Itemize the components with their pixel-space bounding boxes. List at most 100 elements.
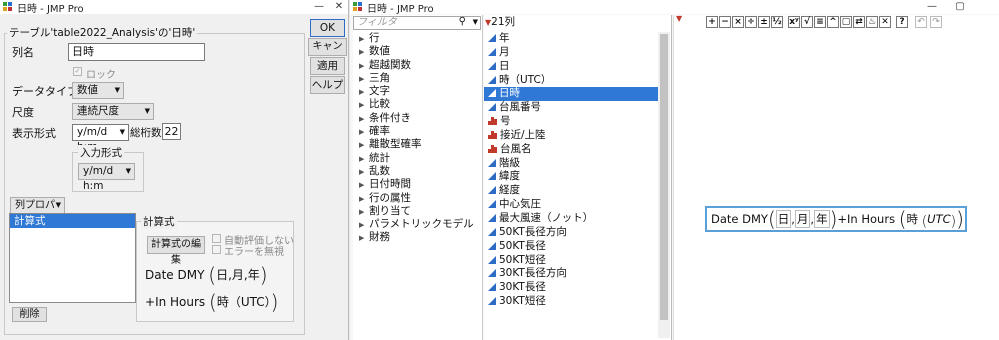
function-category-item[interactable]: ▶ 確率 — [355, 125, 481, 138]
column-list-item[interactable]: 30KT長径 — [484, 281, 658, 295]
function-category-item[interactable]: ▶ 統計 — [355, 152, 481, 165]
equal-icon[interactable]: ≡ — [814, 16, 826, 28]
multiply-icon[interactable]: × — [732, 16, 744, 28]
redo-icon[interactable]: ↷ — [930, 16, 942, 28]
column-name-field[interactable]: 日時 — [68, 43, 205, 61]
column-list-item[interactable]: 号 — [484, 115, 658, 129]
square-icon[interactable]: ▢ — [840, 16, 852, 28]
properties-list-item[interactable]: 計算式 — [10, 214, 135, 228]
fraction-icon[interactable]: ½ — [771, 16, 783, 28]
help-button[interactable]: ヘルプ — [310, 76, 345, 94]
column-list-item[interactable]: 経度 — [484, 184, 658, 198]
function-category-item[interactable]: ▶ 文字 — [355, 85, 481, 98]
column-list-item[interactable]: 最大風速（ノット） — [484, 212, 658, 226]
column-list-item[interactable]: 30KT長径方向 — [484, 267, 658, 281]
expand-arrow-icon[interactable]: ▶ — [359, 153, 369, 166]
column-list-item[interactable]: 月 — [484, 46, 658, 60]
width-field[interactable]: 22 — [162, 123, 181, 140]
expand-arrow-icon[interactable]: ▶ — [359, 206, 369, 219]
close-icon[interactable]: ✕ — [332, 0, 346, 14]
auto-eval-checkbox[interactable] — [212, 234, 221, 243]
undo-icon[interactable]: ↶ — [915, 16, 927, 28]
properties-list[interactable]: 計算式 — [9, 213, 136, 303]
function-category-item[interactable]: ▶ 財務 — [355, 231, 481, 244]
function-category-item[interactable]: ▶ 比較 — [355, 98, 481, 111]
column-list-item[interactable]: 30KT短径 — [484, 295, 658, 309]
function-category-item[interactable]: ▶ 超越関数 — [355, 59, 481, 72]
expand-arrow-icon[interactable]: ▶ — [359, 46, 369, 59]
data-type-select[interactable]: 数値 ▼ — [72, 82, 124, 99]
fire-icon[interactable]: ♨ — [866, 16, 878, 28]
expand-arrow-icon[interactable]: ▶ — [359, 139, 369, 152]
power-icon[interactable]: xʸ — [788, 16, 800, 28]
expand-arrow-icon[interactable]: ▶ — [359, 73, 369, 86]
delete-button[interactable]: 削除 — [12, 307, 47, 322]
divide-icon[interactable]: ÷ — [745, 16, 757, 28]
editor-arg[interactable]: 日 — [775, 210, 792, 228]
lock-checkbox[interactable]: ✓ — [73, 67, 82, 76]
expand-arrow-icon[interactable]: ▶ — [359, 193, 369, 206]
expand-arrow-icon[interactable]: ▶ — [359, 60, 369, 73]
ok-button[interactable]: OK — [310, 19, 345, 37]
editor-arg-2-utc[interactable]: UTC — [927, 212, 950, 226]
expand-arrow-icon[interactable]: ▶ — [359, 179, 369, 192]
expand-arrow-icon[interactable]: ▶ — [359, 219, 369, 232]
column-list-item[interactable]: 日時 — [484, 87, 658, 102]
scrollbar-thumb[interactable] — [660, 34, 668, 320]
function-category-item[interactable]: ▶ 行の属性 — [355, 192, 481, 205]
expand-arrow-icon[interactable]: ▶ — [359, 86, 369, 99]
caret-icon[interactable]: ^ — [827, 16, 839, 28]
editor-arg-2[interactable]: 時 — [907, 212, 919, 226]
cancel-button[interactable]: キャンセル — [308, 38, 347, 68]
format-select[interactable]: y/m/d h:m▼ — [72, 124, 129, 153]
minimize-icon[interactable]: — — [925, 0, 939, 14]
maximize-icon[interactable]: ▢ — [953, 0, 967, 14]
edit-formula-button[interactable]: 計算式の編集 — [147, 236, 205, 266]
minimize-icon[interactable]: — — [312, 0, 326, 14]
help-icon[interactable]: ? — [896, 16, 908, 28]
function-category-item[interactable]: ▶ 乱数 — [355, 165, 481, 178]
column-list-item[interactable]: 中心気圧 — [484, 198, 658, 212]
expand-arrow-icon[interactable]: ▶ — [359, 113, 369, 126]
column-count-row[interactable]: ▼21列 — [484, 15, 671, 29]
input-format-select[interactable]: y/m/d h:m ▼ — [78, 163, 135, 192]
function-category-item[interactable]: ▶ 数値 — [355, 45, 481, 58]
function-category-item[interactable]: ▶ 条件付き — [355, 112, 481, 125]
column-list-item[interactable]: 50KT長径方向 — [484, 226, 658, 240]
editor-arg[interactable]: 月 — [794, 210, 811, 228]
column-list-item[interactable]: 日 — [484, 60, 658, 74]
ignore-errors-checkbox[interactable] — [212, 245, 221, 254]
apply-button[interactable]: 適用 — [310, 57, 345, 75]
delete-icon[interactable]: ✕ — [879, 16, 891, 28]
function-category-item[interactable]: ▶ 割り当て — [355, 205, 481, 218]
expand-arrow-icon[interactable]: ▶ — [359, 166, 369, 179]
editor-arg[interactable]: 年 — [814, 210, 830, 228]
column-list-item[interactable]: 接近/上陸 — [484, 129, 658, 143]
column-list-item[interactable]: 時（UTC） — [484, 74, 658, 88]
expand-arrow-icon[interactable]: ▶ — [359, 232, 369, 245]
expand-arrow-icon[interactable]: ▶ — [359, 126, 369, 139]
column-list-item[interactable]: 階級 — [484, 157, 658, 171]
function-category-item[interactable]: ▶ 日付時間 — [355, 178, 481, 191]
column-list-item[interactable]: 50KT長径 — [484, 240, 658, 254]
column-list-item[interactable]: 緯度 — [484, 170, 658, 184]
expand-arrow-icon[interactable]: ▶ — [359, 33, 369, 46]
function-category-item[interactable]: ▶ 三角 — [355, 72, 481, 85]
filter-box[interactable]: フィルタ ⚲ ▼ — [353, 16, 481, 30]
chevron-down-icon[interactable]: ▼ — [473, 18, 478, 26]
column-properties-button[interactable]: 列プロパティ▼ — [10, 197, 65, 226]
editor-plus[interactable]: + — [837, 212, 847, 226]
column-list-item[interactable]: 台風番号 — [484, 101, 658, 115]
expand-arrow-icon[interactable]: ▶ — [359, 99, 369, 112]
plus-icon[interactable]: + — [706, 16, 718, 28]
column-list-item[interactable]: 50KT短径 — [484, 254, 658, 268]
plus-minus-icon[interactable]: ± — [758, 16, 770, 28]
root-icon[interactable]: √ — [801, 16, 813, 28]
swap-icon[interactable]: ⇄ — [853, 16, 865, 28]
modeling-type-select[interactable]: 連続尺度 ▼ — [72, 103, 154, 120]
minus-icon[interactable]: − — [719, 16, 731, 28]
column-list-item[interactable]: 台風名 — [484, 143, 658, 157]
vertical-scrollbar[interactable] — [658, 32, 670, 338]
function-category-item[interactable]: ▶ 離散型確率 — [355, 138, 481, 151]
function-category-item[interactable]: ▶ パラメトリックモデル — [355, 218, 481, 231]
